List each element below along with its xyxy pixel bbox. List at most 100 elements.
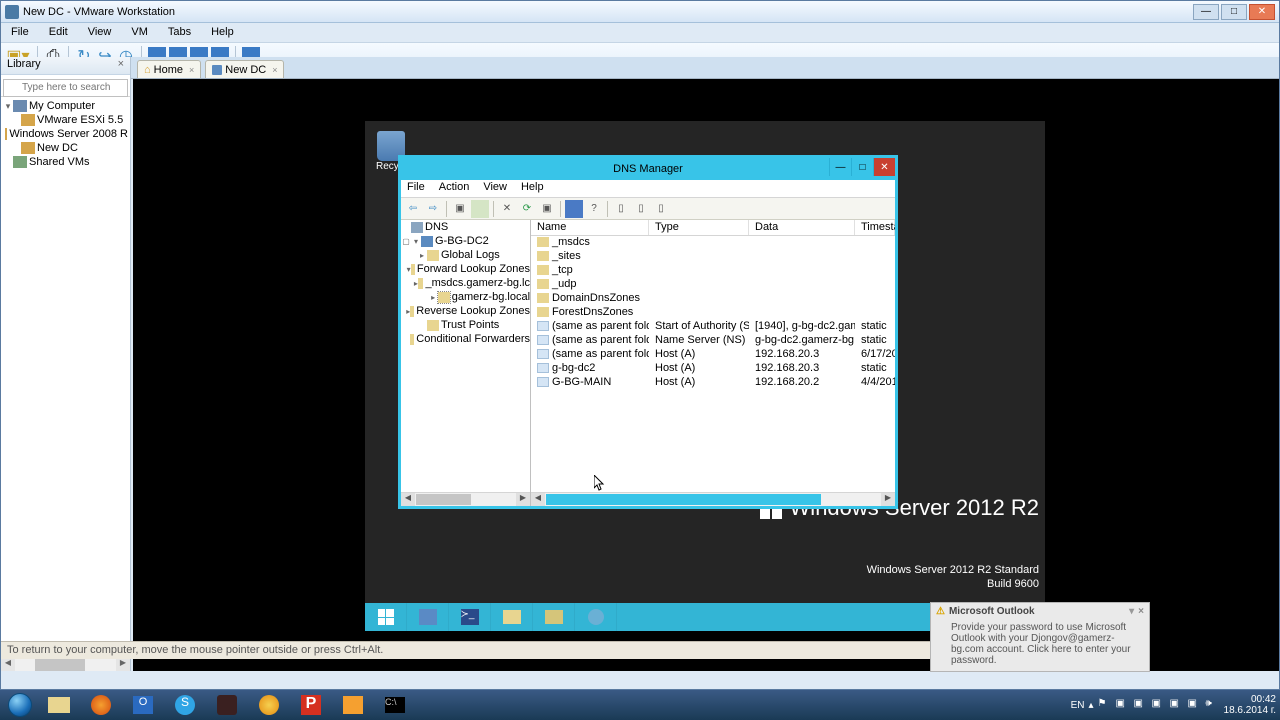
dns-record-row[interactable]: (same as parent folder) Start of Authori… <box>531 320 895 334</box>
notif-close-icon[interactable]: × <box>1138 606 1144 617</box>
up-icon[interactable]: ▣ <box>451 200 469 218</box>
properties-icon[interactable] <box>565 200 583 218</box>
host-taskbar[interactable]: O S P C:\ EN ▴ ⚑ ▣ ▣ ▣ ▣ ▣ 🕪 00:4218.6.2… <box>0 690 1280 720</box>
library-hscroll[interactable]: ◀▶ <box>1 657 130 671</box>
column-name[interactable]: Name <box>531 220 649 235</box>
delete-icon[interactable]: ✕ <box>498 200 516 218</box>
vm-tabstrip[interactable]: ⌂Home×New DC× <box>131 57 1279 79</box>
guest-viewport[interactable]: Recycl Windows Server 2012 R2 Windows Se… <box>133 79 1279 671</box>
column-timestam[interactable]: Timestam <box>855 220 895 235</box>
menu-edit[interactable]: Edit <box>45 25 72 40</box>
dns-tree-hscroll[interactable]: ◀▶ <box>401 492 530 506</box>
host-tray[interactable]: EN ▴ ⚑ ▣ ▣ ▣ ▣ ▣ 🕪 00:4218.6.2014 г. <box>1071 694 1276 716</box>
dns-manager-window[interactable]: DNS Manager — □ ✕ File Action View Help ⇦ ⇨… <box>398 155 898 509</box>
tray-icon[interactable]: ▣ <box>1170 698 1184 712</box>
library-search-input[interactable] <box>3 79 128 97</box>
outlook-notification[interactable]: ⚠ Microsoft Outlook ▾ × Provide your pas… <box>930 602 1150 672</box>
guest-start-button[interactable] <box>365 603 407 631</box>
filter2-icon[interactable]: ▯ <box>632 200 650 218</box>
library-header: Library × <box>1 57 130 75</box>
show-hide-icon[interactable] <box>471 200 489 218</box>
menu-tabs[interactable]: Tabs <box>164 25 195 40</box>
dns-menu-action[interactable]: Action <box>439 181 470 196</box>
dns-titlebar[interactable]: DNS Manager — □ ✕ <box>401 158 895 180</box>
tray-icon[interactable]: ▣ <box>1134 698 1148 712</box>
column-type[interactable]: Type <box>649 220 749 235</box>
vmware-menubar[interactable]: File Edit View VM Tabs Help <box>1 23 1279 43</box>
menu-vm[interactable]: VM <box>127 25 152 40</box>
dns-list-hscroll[interactable]: ◀▶ <box>531 492 895 506</box>
close-button[interactable]: ✕ <box>1249 4 1275 20</box>
dns-minimize-button[interactable]: — <box>829 158 851 176</box>
minimize-button[interactable]: — <box>1193 4 1219 20</box>
host-start-button[interactable] <box>2 691 38 719</box>
library-search <box>1 75 130 97</box>
dns-close-button[interactable]: ✕ <box>873 158 895 176</box>
help-icon[interactable]: ? <box>585 200 603 218</box>
dns-record-row[interactable]: ForestDnsZones <box>531 306 895 320</box>
tab-new-dc[interactable]: New DC× <box>205 60 284 78</box>
explorer-icon[interactable] <box>39 692 79 718</box>
dns-menubar[interactable]: File Action View Help <box>401 180 895 198</box>
dns-record-row[interactable]: DomainDnsZones <box>531 292 895 306</box>
app-orange-icon[interactable] <box>249 692 289 718</box>
menu-file[interactable]: File <box>7 25 33 40</box>
filter1-icon[interactable]: ▯ <box>612 200 630 218</box>
dns-maximize-button[interactable]: □ <box>851 158 873 176</box>
column-data[interactable]: Data <box>749 220 855 235</box>
dns-record-row[interactable]: G-BG-MAIN Host (A) 192.168.20.2 4/4/2014… <box>531 376 895 390</box>
dns-menu-view[interactable]: View <box>483 181 507 196</box>
dns-record-row[interactable]: _msdcs <box>531 236 895 250</box>
explorer-icon[interactable] <box>491 603 533 631</box>
library-tree[interactable]: ▾My Computer VMware ESXi 5.5 Windows Ser… <box>1 97 130 171</box>
app-dark-icon[interactable] <box>207 692 247 718</box>
store-icon[interactable] <box>533 603 575 631</box>
vmware-statusbar: To return to your computer, move the mou… <box>1 641 979 659</box>
dns-tree[interactable]: DNS ▢▾G-BG-DC2 ▸Global Logs ▾Forward Loo… <box>401 220 531 506</box>
menu-help[interactable]: Help <box>207 25 238 40</box>
dns-record-list[interactable]: NameTypeDataTimestam _msdcs _sites _tcp … <box>531 220 895 506</box>
refresh-icon[interactable]: ⟳ <box>518 200 536 218</box>
tray-icon[interactable]: ▣ <box>1188 698 1202 712</box>
notif-dropdown-icon[interactable]: ▾ <box>1129 606 1134 617</box>
vmware-icon <box>5 5 19 19</box>
tab-home[interactable]: ⌂Home× <box>137 60 201 78</box>
vmware-title-text: New DC - VMware Workstation <box>23 6 175 18</box>
dns-menu-file[interactable]: File <box>407 181 425 196</box>
tray-icon[interactable]: 🕪 <box>1206 698 1220 712</box>
host-clock[interactable]: 00:4218.6.2014 г. <box>1224 694 1276 716</box>
office-icon[interactable] <box>333 692 373 718</box>
tray-icon[interactable]: ▣ <box>1152 698 1166 712</box>
server-manager-icon[interactable] <box>407 603 449 631</box>
dns-toolbar[interactable]: ⇦ ⇨ ▣ ✕ ⟳ ▣ ? ▯ ▯ ▯ <box>401 198 895 220</box>
skype-icon[interactable]: S <box>165 692 205 718</box>
library-close-icon[interactable]: × <box>118 58 124 73</box>
lang-indicator[interactable]: EN <box>1071 700 1085 711</box>
filter3-icon[interactable]: ▯ <box>652 200 670 218</box>
tab-close-icon[interactable]: × <box>189 65 194 75</box>
menu-view[interactable]: View <box>84 25 116 40</box>
windows-build-info: Windows Server 2012 R2 Standard Build 96… <box>867 563 1039 591</box>
back-icon[interactable]: ⇦ <box>404 200 422 218</box>
dns-record-row[interactable]: _tcp <box>531 264 895 278</box>
cmd-icon[interactable]: C:\ <box>375 692 415 718</box>
tray-icon[interactable]: ⚑ <box>1098 698 1112 712</box>
dns-icon[interactable] <box>575 603 617 631</box>
dns-record-row[interactable]: g-bg-dc2 Host (A) 192.168.20.3 static <box>531 362 895 376</box>
firefox-icon[interactable] <box>81 692 121 718</box>
guest-desktop[interactable]: Recycl Windows Server 2012 R2 Windows Se… <box>365 121 1045 631</box>
dns-record-row[interactable]: (same as parent folder) Host (A) 192.168… <box>531 348 895 362</box>
export-icon[interactable]: ▣ <box>538 200 556 218</box>
tab-close-icon[interactable]: × <box>272 65 277 75</box>
forward-icon[interactable]: ⇨ <box>424 200 442 218</box>
dns-record-row[interactable]: _sites <box>531 250 895 264</box>
dns-record-row[interactable]: _udp <box>531 278 895 292</box>
dns-record-row[interactable]: (same as parent folder) Name Server (NS)… <box>531 334 895 348</box>
tray-icon[interactable]: ▣ <box>1116 698 1130 712</box>
p-icon[interactable]: P <box>291 692 331 718</box>
dns-menu-help[interactable]: Help <box>521 181 544 196</box>
powershell-icon[interactable]: ≻_ <box>449 603 491 631</box>
vmware-titlebar[interactable]: New DC - VMware Workstation — □ ✕ <box>1 1 1279 23</box>
maximize-button[interactable]: □ <box>1221 4 1247 20</box>
outlook-icon[interactable]: O <box>123 692 163 718</box>
